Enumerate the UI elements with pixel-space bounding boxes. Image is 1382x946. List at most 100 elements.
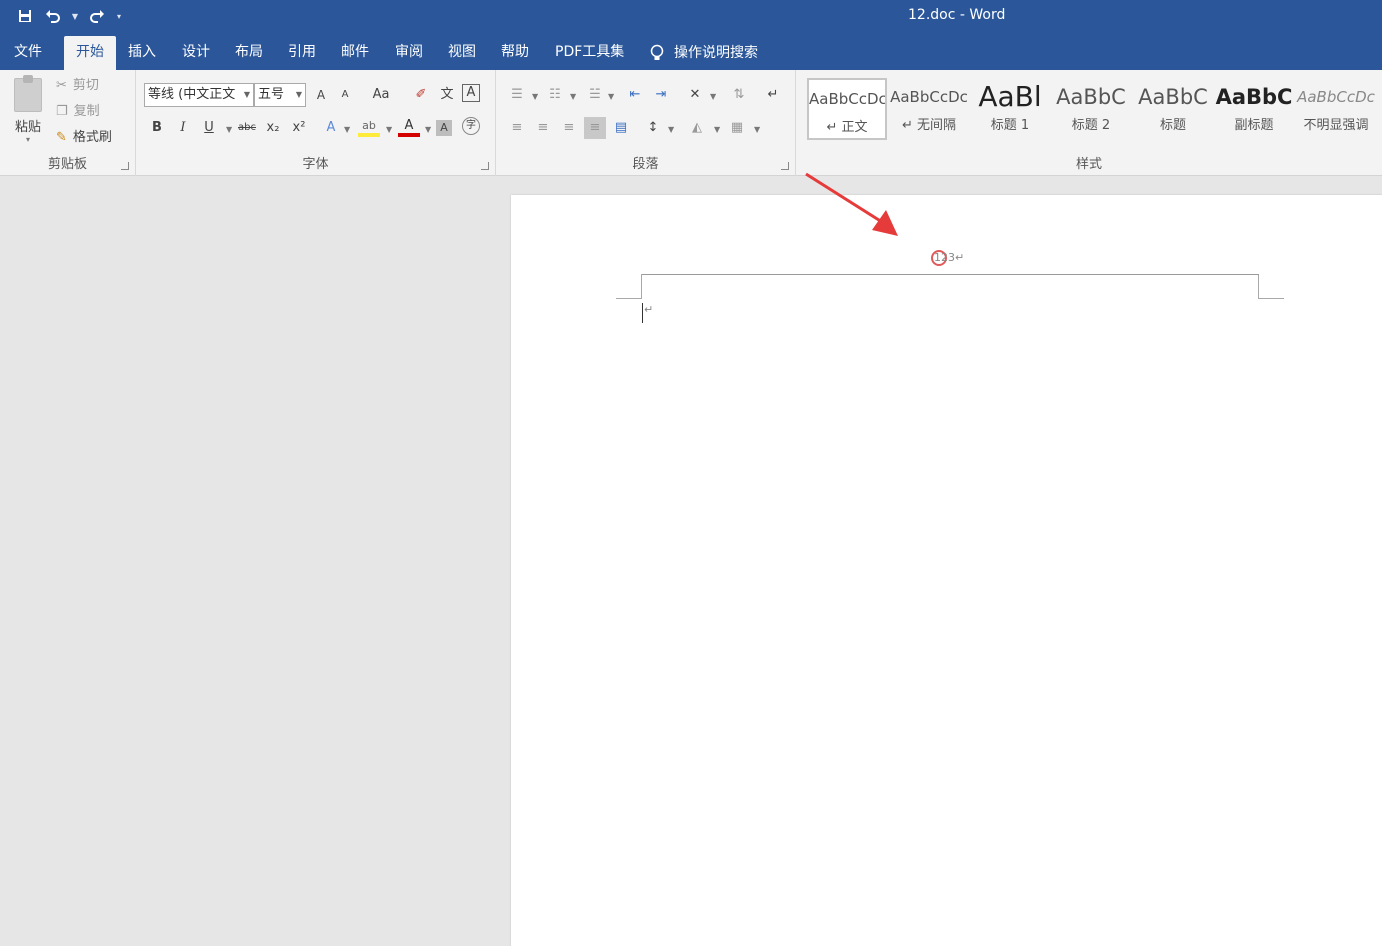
font-name-combo[interactable]: 等线 (中文正文 ▼ [144, 83, 254, 107]
document-page[interactable]: 123↵ ↵ [511, 195, 1382, 946]
title-bar: ▼ ▾ 12.doc - Word [0, 0, 1382, 32]
style-sample: AaBl [978, 80, 1042, 113]
align-right-icon[interactable]: ≡ [558, 117, 580, 139]
font-group-label: 字体 [302, 157, 329, 172]
font-size-combo[interactable]: 五号 ▼ [254, 83, 306, 107]
subscript-icon[interactable]: x₂ [262, 117, 284, 139]
line-spacing-icon[interactable]: ↕ [642, 117, 664, 139]
style-name: ↵ 正文 [826, 120, 868, 135]
tab-insert[interactable]: 插入 [116, 36, 168, 70]
grow-font-icon[interactable]: A [310, 84, 332, 106]
style-normal[interactable]: AaBbCcDc ↵ 正文 [807, 78, 887, 140]
text-effects-icon[interactable]: A [320, 117, 342, 139]
numbering-icon[interactable]: ☷ [544, 84, 566, 106]
justify-icon[interactable]: ≡ [584, 117, 606, 139]
tab-layout[interactable]: 布局 [223, 36, 275, 70]
style-sample: AaBbCcDc [809, 90, 885, 108]
bullets-dropdown-icon[interactable]: ▼ [532, 92, 538, 101]
paste-button[interactable]: 粘贴 ▾ [10, 75, 46, 144]
style-name: 标题 2 [1071, 118, 1111, 133]
line-spacing-dropdown-icon[interactable]: ▼ [668, 125, 674, 134]
clipboard-group: 粘贴 ▾ ✂ 剪切 ❐ 复制 ✎ 格式刷 剪贴板 [0, 70, 136, 176]
copy-button[interactable]: ❐ 复制 [56, 101, 100, 123]
borders-dropdown-icon[interactable]: ▼ [754, 125, 760, 134]
align-center-icon[interactable]: ≡ [532, 117, 554, 139]
align-left-icon[interactable]: ≡ [506, 117, 528, 139]
underline-icon[interactable]: U [198, 117, 220, 139]
highlight-icon[interactable]: ab [358, 117, 380, 137]
tab-home[interactable]: 开始 [64, 36, 116, 70]
change-case-icon[interactable]: Aa [366, 84, 396, 106]
document-area[interactable]: 123↵ ↵ [0, 176, 1382, 946]
multilevel-dropdown-icon[interactable]: ▼ [608, 92, 614, 101]
lightbulb-icon [650, 44, 664, 60]
decrease-indent-icon[interactable]: ⇤ [624, 84, 646, 106]
style-sample: AaBbC [1215, 85, 1293, 109]
paragraph-launcher-icon[interactable] [781, 162, 789, 170]
clipboard-launcher-icon[interactable] [121, 162, 129, 170]
superscript-icon[interactable]: x² [288, 117, 310, 139]
header-page-number[interactable]: 123↵ [934, 251, 964, 264]
font-size-value: 五号 [258, 87, 285, 102]
clipboard-icon [14, 75, 42, 112]
numbering-dropdown-icon[interactable]: ▼ [570, 92, 576, 101]
bullets-icon[interactable]: ☰ [506, 84, 528, 106]
char-border-icon[interactable]: A [462, 84, 480, 102]
show-marks-icon[interactable]: ↵ [762, 84, 784, 106]
style-heading-2[interactable]: AaBbC 标题 2 [1051, 78, 1131, 140]
borders-icon[interactable]: ▦ [726, 117, 748, 139]
header-corner-left [616, 274, 642, 299]
chinese-layout-icon[interactable]: ✕ [684, 84, 706, 106]
multilevel-list-icon[interactable]: ☱ [584, 84, 606, 106]
style-name: 副标题 [1234, 118, 1274, 133]
clear-formatting-icon[interactable]: ✐ [410, 84, 432, 106]
tab-design[interactable]: 设计 [170, 36, 222, 70]
save-icon[interactable] [14, 6, 36, 26]
tab-pdf-tools[interactable]: PDF工具集 [543, 36, 636, 70]
font-launcher-icon[interactable] [481, 162, 489, 170]
cut-label: 剪切 [72, 78, 99, 93]
style-subtle-emphasis[interactable]: AaBbCcDc 不明显强调 [1296, 78, 1376, 140]
increase-indent-icon[interactable]: ⇥ [650, 84, 672, 106]
paste-dropdown-icon[interactable]: ▾ [10, 135, 46, 144]
style-name: 标题 1 [990, 118, 1030, 133]
format-painter-button[interactable]: ✎ 格式刷 [56, 127, 112, 149]
char-shading-icon[interactable]: A [436, 120, 452, 136]
tab-review[interactable]: 审阅 [383, 36, 435, 70]
cut-button[interactable]: ✂ 剪切 [56, 75, 99, 97]
header-corner-right [1258, 274, 1284, 299]
sort-icon[interactable]: ⇅ [728, 84, 750, 106]
pinyin-guide-icon[interactable]: 文 [436, 84, 458, 106]
highlight-dropdown-icon[interactable]: ▼ [386, 125, 392, 134]
strikethrough-icon[interactable]: abc [236, 117, 258, 139]
text-effects-dropdown-icon[interactable]: ▼ [344, 125, 350, 134]
distributed-icon[interactable]: ▤ [610, 117, 632, 139]
font-color-dropdown-icon[interactable]: ▼ [425, 125, 431, 134]
enclose-characters-icon[interactable]: 字 [462, 117, 480, 135]
undo-icon[interactable] [42, 6, 64, 26]
style-sample: AaBbCcDc [1297, 88, 1375, 106]
customize-icon[interactable]: ▾ [114, 6, 124, 26]
style-subtitle[interactable]: AaBbC 副标题 [1214, 78, 1294, 140]
font-color-icon[interactable]: A [398, 117, 420, 137]
chinese-layout-dropdown-icon[interactable]: ▼ [710, 92, 716, 101]
redo-icon[interactable] [86, 6, 108, 26]
tab-mailings[interactable]: 邮件 [329, 36, 381, 70]
tab-view[interactable]: 视图 [436, 36, 488, 70]
font-group: 等线 (中文正文 ▼ 五号 ▼ A A Aa ✐ 文 A B I U ▼ abc… [136, 70, 496, 176]
ribbon-tabs: 文件 开始 插入 设计 布局 引用 邮件 审阅 视图 帮助 PDF工具集 操作说… [0, 32, 1382, 70]
tab-references[interactable]: 引用 [276, 36, 328, 70]
shrink-font-icon[interactable]: A [334, 84, 356, 106]
tab-file[interactable]: 文件 [2, 36, 54, 70]
tab-help[interactable]: 帮助 [489, 36, 541, 70]
shading-icon[interactable]: ◭ [686, 117, 708, 139]
underline-dropdown-icon[interactable]: ▼ [226, 125, 232, 134]
style-no-spacing[interactable]: AaBbCcDc ↵ 无间隔 [889, 78, 969, 140]
style-heading-1[interactable]: AaBl 标题 1 [970, 78, 1050, 140]
bold-icon[interactable]: B [146, 117, 168, 139]
tell-me-search[interactable]: 操作说明搜索 [650, 36, 758, 70]
undo-dropdown-icon[interactable]: ▼ [70, 6, 80, 26]
style-title[interactable]: AaBbC 标题 [1133, 78, 1213, 140]
italic-icon[interactable]: I [172, 117, 194, 139]
shading-dropdown-icon[interactable]: ▼ [714, 125, 720, 134]
